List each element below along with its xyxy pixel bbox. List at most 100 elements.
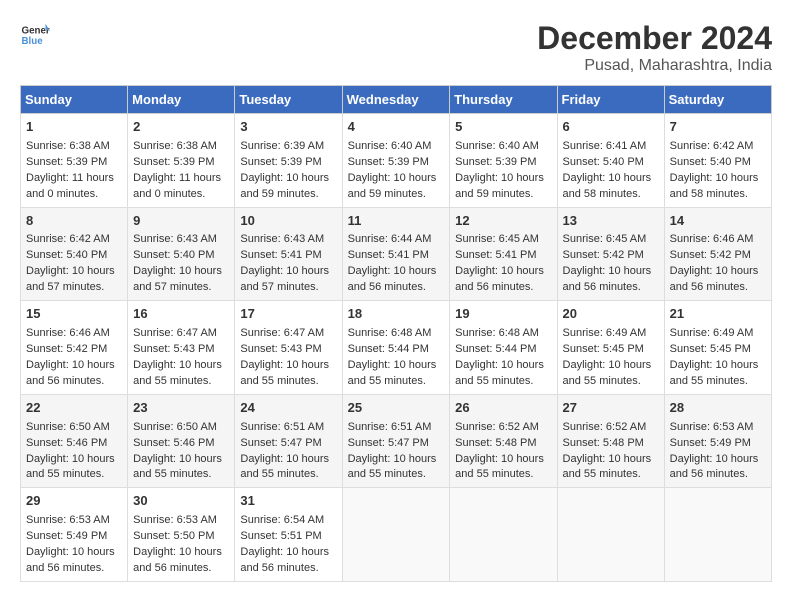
sunrise: Sunrise: 6:50 AM [133, 421, 217, 433]
calendar-week-1: 1 Sunrise: 6:38 AM Sunset: 5:39 PM Daylight… [21, 114, 772, 208]
day-number: 11 [348, 212, 445, 231]
day-number: 3 [240, 118, 336, 137]
day-number: 9 [133, 212, 229, 231]
day-number: 20 [563, 305, 659, 324]
sunrise: Sunrise: 6:45 AM [455, 233, 539, 245]
day-number: 18 [348, 305, 445, 324]
day-number: 7 [670, 118, 766, 137]
sunset: Sunset: 5:40 PM [133, 249, 214, 261]
sunrise: Sunrise: 6:46 AM [670, 233, 754, 245]
calendar-cell: 29Sunrise: 6:53 AMSunset: 5:49 PMDayligh… [21, 488, 128, 582]
daylight-label: Daylight: 10 hours and 55 minutes. [455, 453, 544, 481]
sunrise: Sunrise: 6:50 AM [26, 421, 110, 433]
daylight-label: Daylight: 10 hours and 56 minutes. [563, 265, 652, 293]
calendar-week-3: 15Sunrise: 6:46 AMSunset: 5:42 PMDayligh… [21, 301, 772, 395]
day-number: 13 [563, 212, 659, 231]
sunset: Sunset: 5:46 PM [26, 437, 107, 449]
calendar-cell [557, 488, 664, 582]
day-number: 22 [26, 399, 122, 418]
col-thursday: Thursday [450, 86, 557, 114]
calendar-cell [342, 488, 450, 582]
daylight-label: Daylight: 10 hours and 59 minutes. [455, 172, 544, 200]
sunrise: Sunrise: 6:38 AM [26, 140, 110, 152]
day-number: 15 [26, 305, 122, 324]
sunset: Sunset: 5:49 PM [670, 437, 751, 449]
calendar-table: Sunday Monday Tuesday Wednesday Thursday… [20, 85, 772, 582]
daylight-label: Daylight: 10 hours and 56 minutes. [26, 359, 115, 387]
day-number: 29 [26, 492, 122, 511]
calendar-cell: 5 Sunrise: 6:40 AM Sunset: 5:39 PM Daylight… [450, 114, 557, 208]
daylight-label: Daylight: 10 hours and 59 minutes. [348, 172, 437, 200]
calendar-cell: 3Sunrise: 6:39 AMSunset: 5:39 PMDaylight… [235, 114, 342, 208]
daylight-label: Daylight: 10 hours and 55 minutes. [670, 359, 759, 387]
sunrise: Sunrise: 6:49 AM [563, 327, 647, 339]
sunrise: Sunrise: 6:45 AM [563, 233, 647, 245]
sunrise: Sunrise: 6:53 AM [670, 421, 754, 433]
sunset: Sunset: 5:45 PM [563, 343, 644, 355]
calendar-cell: 18 Sunrise: 6:48 AM Sunset: 5:44 PM Dayligh… [342, 301, 450, 395]
calendar-cell: 9 Sunrise: 6:43 AM Sunset: 5:40 PM Daylight… [128, 207, 235, 301]
calendar-cell: 12Sunrise: 6:45 AMSunset: 5:41 PMDayligh… [450, 207, 557, 301]
sunrise: Sunrise: 6:48 AM [348, 327, 432, 339]
sunset: Sunset: 5:45 PM [670, 343, 751, 355]
col-tuesday: Tuesday [235, 86, 342, 114]
daylight-label: Daylight: 10 hours and 59 minutes. [240, 172, 329, 200]
sunset: Sunset: 5:39 PM [455, 156, 536, 168]
daylight-label: Daylight: 10 hours and 55 minutes. [26, 453, 115, 481]
calendar-cell: 13 Sunrise: 6:45 AM Sunset: 5:42 PM Dayligh… [557, 207, 664, 301]
col-friday: Friday [557, 86, 664, 114]
day-number: 5 [455, 118, 551, 137]
calendar-cell: 14Sunrise: 6:46 AMSunset: 5:42 PMDayligh… [664, 207, 771, 301]
day-number: 25 [348, 399, 445, 418]
daylight-label: Daylight: 10 hours and 56 minutes. [240, 546, 329, 574]
day-number: 1 [26, 118, 122, 137]
day-number: 21 [670, 305, 766, 324]
calendar-week-5: 29Sunrise: 6:53 AMSunset: 5:49 PMDayligh… [21, 488, 772, 582]
sunrise: Sunrise: 6:51 AM [240, 421, 324, 433]
sunset: Sunset: 5:47 PM [348, 437, 429, 449]
day-number: 17 [240, 305, 336, 324]
calendar-cell: 8Sunrise: 6:42 AMSunset: 5:40 PMDaylight… [21, 207, 128, 301]
calendar-cell: 22 Sunrise: 6:50 AM Sunset: 5:46 PM Dayligh… [21, 394, 128, 488]
calendar-week-2: 8Sunrise: 6:42 AMSunset: 5:40 PMDaylight… [21, 207, 772, 301]
sunset: Sunset: 5:43 PM [133, 343, 214, 355]
daylight-label: Daylight: 10 hours and 55 minutes. [348, 359, 437, 387]
subtitle: Pusad, Maharashtra, India [537, 57, 772, 75]
sunset: Sunset: 5:47 PM [240, 437, 321, 449]
daylight-label: Daylight: 10 hours and 55 minutes. [133, 453, 222, 481]
sunset: Sunset: 5:39 PM [26, 156, 107, 168]
svg-text:Blue: Blue [22, 36, 44, 47]
sunset: Sunset: 5:41 PM [240, 249, 321, 261]
sunset: Sunset: 5:39 PM [133, 156, 214, 168]
sunset: Sunset: 5:40 PM [670, 156, 751, 168]
calendar-cell: 2Sunrise: 6:38 AMSunset: 5:39 PMDaylight… [128, 114, 235, 208]
sunset: Sunset: 5:44 PM [455, 343, 536, 355]
col-wednesday: Wednesday [342, 86, 450, 114]
calendar-week-4: 22 Sunrise: 6:50 AM Sunset: 5:46 PM Dayligh… [21, 394, 772, 488]
daylight-label: Daylight: 10 hours and 57 minutes. [240, 265, 329, 293]
calendar-cell: 24Sunrise: 6:51 AMSunset: 5:47 PMDayligh… [235, 394, 342, 488]
sunrise: Sunrise: 6:49 AM [670, 327, 754, 339]
sunset: Sunset: 5:39 PM [240, 156, 321, 168]
calendar-cell: 25Sunrise: 6:51 AMSunset: 5:47 PMDayligh… [342, 394, 450, 488]
sunrise: Sunrise: 6:40 AM [348, 140, 432, 152]
sunrise: Sunrise: 6:46 AM [26, 327, 110, 339]
daylight-label: Daylight: 11 hours and 0 minutes. [26, 172, 114, 200]
day-number: 10 [240, 212, 336, 231]
sunrise: Sunrise: 6:43 AM [133, 233, 217, 245]
logo-icon: General Blue [20, 20, 50, 50]
sunrise: Sunrise: 6:40 AM [455, 140, 539, 152]
daylight-label: Daylight: 10 hours and 56 minutes. [26, 546, 115, 574]
calendar-cell: 7Sunrise: 6:42 AMSunset: 5:40 PMDaylight… [664, 114, 771, 208]
daylight-label: Daylight: 10 hours and 57 minutes. [133, 265, 222, 293]
daylight-label: Daylight: 10 hours and 58 minutes. [670, 172, 759, 200]
daylight-label: Daylight: 10 hours and 55 minutes. [563, 359, 652, 387]
sunset: Sunset: 5:48 PM [563, 437, 644, 449]
title-section: December 2024 Pusad, Maharashtra, India [537, 20, 772, 75]
daylight-label: Daylight: 10 hours and 56 minutes. [455, 265, 544, 293]
sunset: Sunset: 5:44 PM [348, 343, 429, 355]
day-number: 8 [26, 212, 122, 231]
sunset: Sunset: 5:42 PM [563, 249, 644, 261]
daylight-label: Daylight: 10 hours and 55 minutes. [455, 359, 544, 387]
sunrise: Sunrise: 6:51 AM [348, 421, 432, 433]
